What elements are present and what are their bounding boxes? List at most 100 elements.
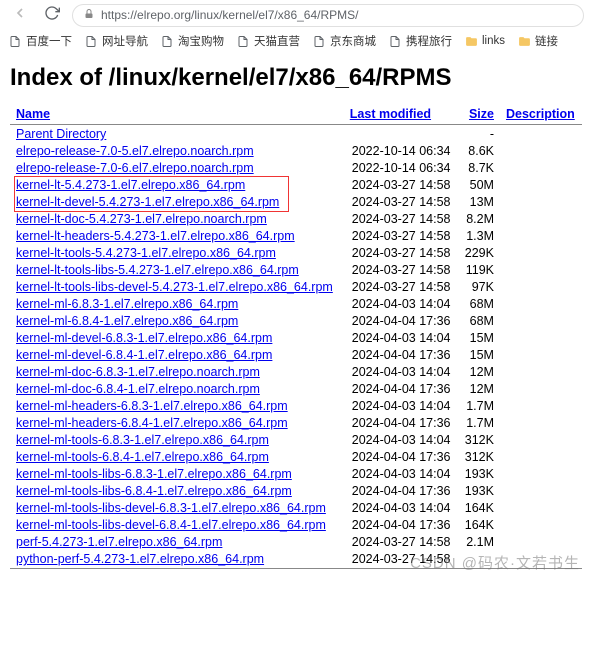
table-row: kernel-ml-devel-6.8.3-1.el7.elrepo.x86_6… bbox=[10, 330, 582, 347]
file-link[interactable]: kernel-lt-tools-5.4.273-1.el7.elrepo.x86… bbox=[16, 246, 276, 260]
file-modified: 2024-03-27 14:58 bbox=[344, 262, 458, 279]
file-modified: 2024-03-27 14:58 bbox=[344, 228, 458, 245]
file-size: 12M bbox=[458, 381, 500, 398]
bookmark-item[interactable]: 淘宝购物 bbox=[160, 33, 224, 49]
table-row: kernel-lt-tools-5.4.273-1.el7.elrepo.x86… bbox=[10, 245, 582, 262]
file-modified: 2024-03-27 14:58 bbox=[344, 245, 458, 262]
document-icon bbox=[8, 34, 22, 48]
file-link[interactable]: kernel-ml-doc-6.8.4-1.el7.elrepo.noarch.… bbox=[16, 382, 260, 396]
file-link[interactable]: kernel-ml-devel-6.8.4-1.el7.elrepo.x86_6… bbox=[16, 348, 272, 362]
table-row: kernel-ml-headers-6.8.4-1.el7.elrepo.x86… bbox=[10, 415, 582, 432]
file-modified: 2022-10-14 06:34 bbox=[344, 160, 458, 177]
bookmark-item[interactable]: 链接 bbox=[517, 33, 558, 49]
file-size: 1.7M bbox=[458, 415, 500, 432]
table-row: kernel-ml-tools-libs-devel-6.8.4-1.el7.e… bbox=[10, 517, 582, 534]
file-link[interactable]: kernel-ml-doc-6.8.3-1.el7.elrepo.noarch.… bbox=[16, 365, 260, 379]
file-link[interactable]: kernel-ml-tools-libs-6.8.4-1.el7.elrepo.… bbox=[16, 484, 292, 498]
table-row: python-perf-5.4.273-1.el7.elrepo.x86_64.… bbox=[10, 551, 582, 569]
file-size: 119K bbox=[458, 262, 500, 279]
file-modified: 2024-03-27 14:58 bbox=[344, 177, 458, 194]
file-modified: 2024-04-03 14:04 bbox=[344, 330, 458, 347]
url-bar[interactable]: https://elrepo.org/linux/kernel/el7/x86_… bbox=[72, 4, 584, 27]
table-header: Name Last modified Size Description bbox=[10, 104, 582, 125]
file-link[interactable]: kernel-lt-devel-5.4.273-1.el7.elrepo.x86… bbox=[16, 195, 279, 209]
file-link[interactable]: kernel-ml-headers-6.8.3-1.el7.elrepo.x86… bbox=[16, 399, 288, 413]
bookmark-label: 天猫直营 bbox=[254, 33, 300, 49]
file-size: 193K bbox=[458, 483, 500, 500]
file-modified: 2024-04-03 14:04 bbox=[344, 432, 458, 449]
file-link[interactable]: kernel-lt-tools-libs-devel-5.4.273-1.el7… bbox=[16, 280, 333, 294]
file-link[interactable]: kernel-ml-6.8.3-1.el7.elrepo.x86_64.rpm bbox=[16, 297, 238, 311]
bookmark-label: 京东商城 bbox=[330, 33, 376, 49]
index-table: Name Last modified Size Description Pare… bbox=[10, 104, 582, 569]
table-row: kernel-lt-headers-5.4.273-1.el7.elrepo.x… bbox=[10, 228, 582, 245]
file-link[interactable]: kernel-lt-headers-5.4.273-1.el7.elrepo.x… bbox=[16, 229, 295, 243]
file-link[interactable]: kernel-ml-tools-libs-devel-6.8.4-1.el7.e… bbox=[16, 518, 326, 532]
file-modified bbox=[344, 126, 458, 143]
file-link[interactable]: kernel-ml-devel-6.8.3-1.el7.elrepo.x86_6… bbox=[16, 331, 272, 345]
file-link[interactable]: kernel-lt-5.4.273-1.el7.elrepo.x86_64.rp… bbox=[16, 178, 245, 192]
reload-button[interactable] bbox=[40, 3, 64, 28]
col-size-header[interactable]: Size bbox=[469, 107, 494, 121]
file-size: 1.7M bbox=[458, 398, 500, 415]
site-info-icon[interactable] bbox=[83, 8, 95, 23]
file-link[interactable]: python-perf-5.4.273-1.el7.elrepo.x86_64.… bbox=[16, 552, 264, 566]
file-modified: 2024-04-03 14:04 bbox=[344, 466, 458, 483]
file-link[interactable]: kernel-lt-doc-5.4.273-1.el7.elrepo.noarc… bbox=[16, 212, 267, 226]
file-link[interactable]: elrepo-release-7.0-5.el7.elrepo.noarch.r… bbox=[16, 144, 254, 158]
file-modified: 2022-10-14 06:34 bbox=[344, 143, 458, 160]
file-size: 2.1M bbox=[458, 534, 500, 551]
table-row: kernel-ml-tools-libs-6.8.4-1.el7.elrepo.… bbox=[10, 483, 582, 500]
file-size: 1.3M bbox=[458, 228, 500, 245]
file-size: 164K bbox=[458, 517, 500, 534]
file-link[interactable]: kernel-ml-tools-libs-devel-6.8.3-1.el7.e… bbox=[16, 501, 326, 515]
document-icon bbox=[84, 34, 98, 48]
bookmark-item[interactable]: links bbox=[464, 34, 505, 48]
file-size: - bbox=[458, 126, 500, 143]
file-size: 164K bbox=[458, 500, 500, 517]
bookmark-item[interactable]: 天猫直营 bbox=[236, 33, 300, 49]
file-link[interactable]: kernel-ml-headers-6.8.4-1.el7.elrepo.x86… bbox=[16, 416, 288, 430]
parent-dir-link[interactable]: Parent Directory bbox=[16, 127, 106, 141]
col-name-header[interactable]: Name bbox=[16, 107, 50, 121]
table-row: kernel-ml-6.8.3-1.el7.elrepo.x86_64.rpm2… bbox=[10, 296, 582, 313]
table-row: Parent Directory - bbox=[10, 126, 582, 143]
file-size: 68M bbox=[458, 313, 500, 330]
file-link[interactable]: kernel-ml-6.8.4-1.el7.elrepo.x86_64.rpm bbox=[16, 314, 238, 328]
file-link[interactable]: kernel-lt-tools-libs-5.4.273-1.el7.elrep… bbox=[16, 263, 299, 277]
file-modified: 2024-03-27 14:58 bbox=[344, 534, 458, 551]
bookmark-label: links bbox=[482, 35, 505, 47]
table-row: kernel-ml-tools-6.8.3-1.el7.elrepo.x86_6… bbox=[10, 432, 582, 449]
file-link[interactable]: elrepo-release-7.0-6.el7.elrepo.noarch.r… bbox=[16, 161, 254, 175]
back-button[interactable] bbox=[8, 3, 32, 28]
file-modified: 2024-04-04 17:36 bbox=[344, 313, 458, 330]
file-modified: 2024-04-04 17:36 bbox=[344, 517, 458, 534]
file-link[interactable]: kernel-ml-tools-6.8.3-1.el7.elrepo.x86_6… bbox=[16, 433, 269, 447]
table-row: kernel-ml-tools-6.8.4-1.el7.elrepo.x86_6… bbox=[10, 449, 582, 466]
bookmark-item[interactable]: 百度一下 bbox=[8, 33, 72, 49]
url-text: https://elrepo.org/linux/kernel/el7/x86_… bbox=[101, 8, 358, 22]
bookmarks-bar: 百度一下网址导航 淘宝购物 天猫直营 京东商城携程旅行 links 链接 bbox=[0, 30, 592, 52]
file-size: 13M bbox=[458, 194, 500, 211]
bookmark-item[interactable]: 网址导航 bbox=[84, 33, 148, 49]
bookmark-label: 淘宝购物 bbox=[178, 33, 224, 49]
table-row: kernel-ml-headers-6.8.3-1.el7.elrepo.x86… bbox=[10, 398, 582, 415]
table-row: kernel-lt-5.4.273-1.el7.elrepo.x86_64.rp… bbox=[10, 177, 582, 194]
file-size: 97K bbox=[458, 279, 500, 296]
file-link[interactable]: perf-5.4.273-1.el7.elrepo.x86_64.rpm bbox=[16, 535, 222, 549]
file-link[interactable]: kernel-ml-tools-6.8.4-1.el7.elrepo.x86_6… bbox=[16, 450, 269, 464]
table-row: kernel-ml-devel-6.8.4-1.el7.elrepo.x86_6… bbox=[10, 347, 582, 364]
col-modified-header[interactable]: Last modified bbox=[350, 107, 431, 121]
col-desc-header[interactable]: Description bbox=[506, 107, 575, 121]
file-size: 12M bbox=[458, 364, 500, 381]
file-modified: 2024-04-04 17:36 bbox=[344, 415, 458, 432]
page-title: Index of /linux/kernel/el7/x86_64/RPMS bbox=[10, 64, 582, 92]
bookmark-item[interactable]: 携程旅行 bbox=[388, 33, 452, 49]
file-size: 15M bbox=[458, 330, 500, 347]
table-row: kernel-ml-tools-libs-6.8.3-1.el7.elrepo.… bbox=[10, 466, 582, 483]
file-link[interactable]: kernel-ml-tools-libs-6.8.3-1.el7.elrepo.… bbox=[16, 467, 292, 481]
file-size: 15M bbox=[458, 347, 500, 364]
bookmark-item[interactable]: 京东商城 bbox=[312, 33, 376, 49]
file-size: 50M bbox=[458, 177, 500, 194]
table-row: kernel-lt-doc-5.4.273-1.el7.elrepo.noarc… bbox=[10, 211, 582, 228]
